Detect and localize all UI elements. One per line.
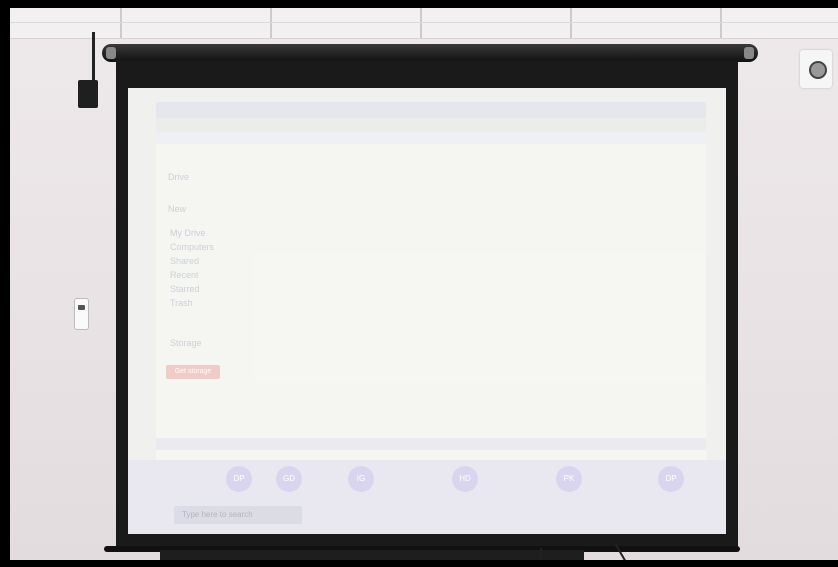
housing-end-cap xyxy=(106,47,116,59)
remote-button xyxy=(78,305,85,310)
projected-sidebar-item: Storage xyxy=(170,338,202,348)
dock-avatar: PK xyxy=(556,466,582,492)
projected-search-box: Type here to search xyxy=(174,506,302,524)
cable xyxy=(540,548,542,560)
projected-tab-bar xyxy=(156,102,706,118)
ac-remote-holder xyxy=(74,298,89,330)
projected-status-bar xyxy=(156,438,706,450)
ceiling-sensor xyxy=(800,50,832,88)
ceiling xyxy=(10,8,838,39)
projected-sidebar-item: My Drive xyxy=(170,228,206,238)
screen-bottom-weight xyxy=(160,550,584,560)
classroom-wall: Drive New My Drive Computers Shared Rece… xyxy=(10,8,838,560)
projected-address-bar xyxy=(156,118,706,132)
projector-screen: Drive New My Drive Computers Shared Rece… xyxy=(128,88,726,534)
ceiling-grid-line xyxy=(10,22,838,23)
dock-avatar: GD xyxy=(276,466,302,492)
projected-get-storage-button: Get storage xyxy=(166,365,220,379)
ceiling-tile-seam xyxy=(270,8,272,38)
projected-sidebar-item: Computers xyxy=(170,242,215,252)
projected-sidebar-item: New xyxy=(168,204,187,214)
ceiling-tile-seam xyxy=(720,8,722,38)
photo-frame: Drive New My Drive Computers Shared Rece… xyxy=(0,0,838,567)
housing-end-cap xyxy=(744,47,754,59)
dock-avatar: IG xyxy=(348,466,374,492)
projected-desktop: Drive New My Drive Computers Shared Rece… xyxy=(156,102,706,508)
ceiling-tile-seam xyxy=(420,8,422,38)
projected-sidebar-item: Trash xyxy=(170,298,193,308)
projected-sidebar-item: Drive xyxy=(168,172,190,182)
dock-avatar: DP xyxy=(226,466,252,492)
ceiling-tile-seam xyxy=(570,8,572,38)
projected-sidebar-item: Recent xyxy=(170,270,199,280)
dock-avatar: DP xyxy=(658,466,684,492)
sensor-lens xyxy=(809,61,827,79)
projected-bookmarks-bar xyxy=(156,132,706,144)
projected-sidebar-item: Starred xyxy=(170,284,200,294)
ceiling-tile-seam xyxy=(120,8,122,38)
power-cable xyxy=(92,32,95,82)
projected-sidebar-item: Shared xyxy=(170,256,200,266)
dock-avatar: HD xyxy=(452,466,478,492)
wall-switch-box xyxy=(78,80,98,108)
